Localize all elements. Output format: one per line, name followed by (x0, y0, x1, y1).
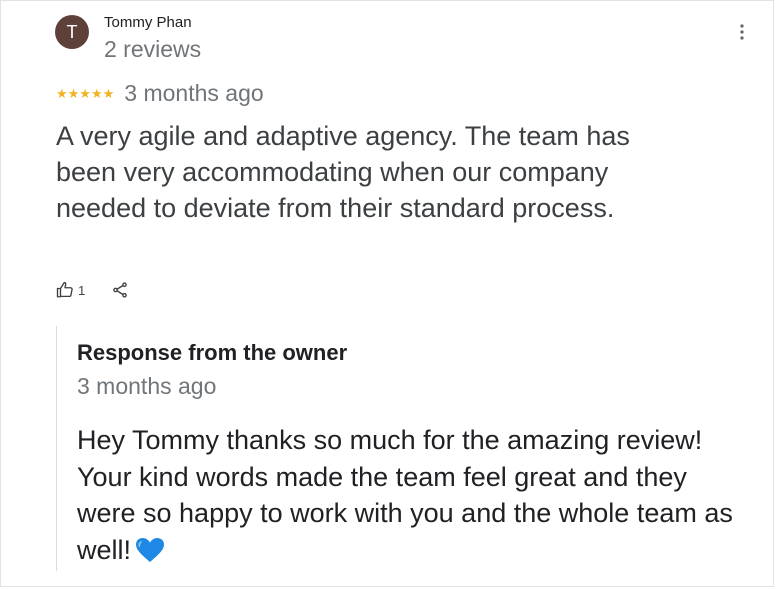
more-vert-icon (740, 24, 744, 40)
avatar-letter: T (66, 21, 78, 42)
like-button[interactable]: 1 (56, 281, 85, 299)
share-icon (113, 282, 128, 298)
review-card: T Tommy Phan 2 reviews ★★★★★ 3 months ag… (0, 0, 774, 587)
author-reviews-count: 2 reviews (104, 36, 202, 62)
author-name[interactable]: Tommy Phan (104, 14, 192, 31)
review-date: 3 months ago (124, 80, 264, 106)
avatar[interactable]: T (55, 15, 89, 49)
share-button[interactable] (111, 281, 129, 299)
blue-heart-emoji (135, 536, 165, 573)
star-rating: ★★★★★ (56, 85, 115, 101)
response-title: Response from the owner (77, 340, 348, 365)
review-actions: 1 (56, 281, 129, 299)
heart-icon (136, 537, 165, 562)
response-text: Hey Tommy thanks so much for the amazing… (77, 422, 742, 572)
thumb-up-icon (56, 281, 73, 298)
more-options-button[interactable] (734, 19, 750, 45)
response-date: 3 months ago (77, 373, 217, 399)
owner-response: Response from the owner 3 months ago Hey… (56, 326, 747, 571)
rating-row: ★★★★★ 3 months ago (56, 80, 264, 107)
like-count: 1 (78, 282, 86, 298)
response-text-body: Hey Tommy thanks so much for the amazing… (77, 425, 733, 565)
review-text: A very agile and adaptive agency. The te… (56, 121, 630, 223)
